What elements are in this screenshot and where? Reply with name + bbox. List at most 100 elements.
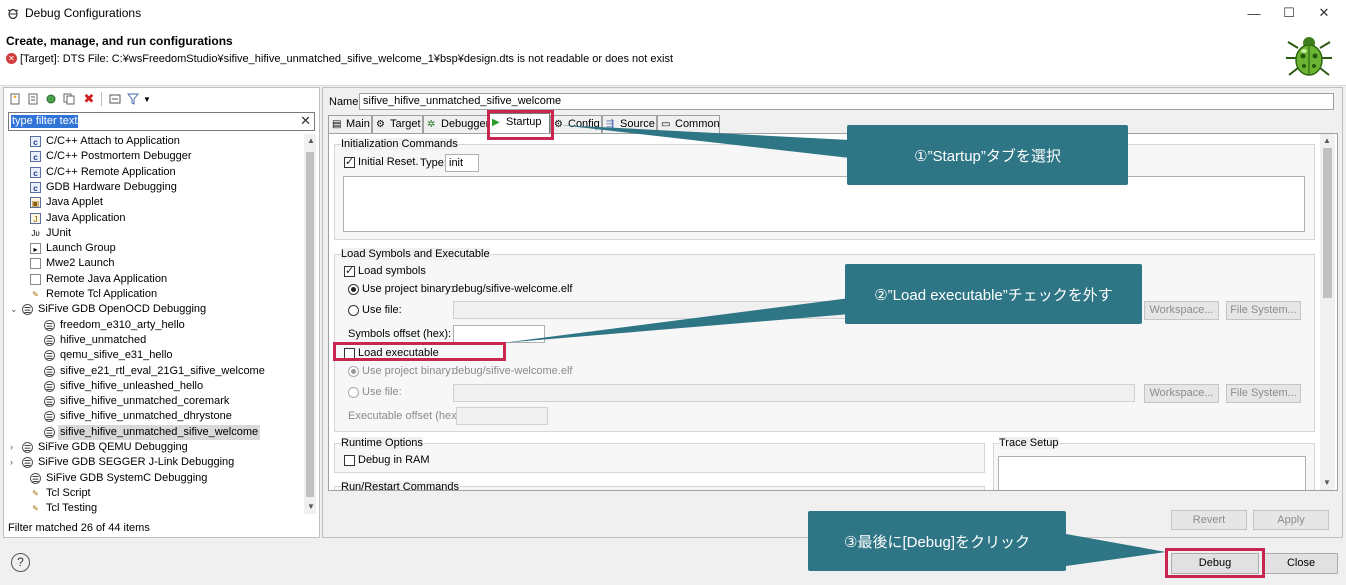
initial-reset-label: Initial Reset. <box>358 156 419 168</box>
debugger-tab-icon: ✲ <box>427 119 436 130</box>
tree-item[interactable]: c C/C++ Remote Application <box>8 165 302 180</box>
type-input[interactable]: init <box>445 154 479 172</box>
tree-scrollbar[interactable]: ▲ ▼ <box>304 134 316 514</box>
new-prototype-icon[interactable] <box>26 92 40 106</box>
chevron-right-icon[interactable]: › <box>10 455 20 470</box>
junit-icon: Jᴜ <box>31 228 40 238</box>
tree-item[interactable]: › ☰ SiFive GDB SEGGER J-Link Debugging <box>8 455 302 470</box>
java-icon: J <box>30 212 41 224</box>
exe-file-input[interactable] <box>453 384 1135 402</box>
tree-item[interactable]: ☰ hifive_unmatched <box>8 333 302 348</box>
content-scroll-down-icon[interactable]: ▼ <box>1323 478 1331 487</box>
load-symbols-checkbox[interactable] <box>344 264 355 277</box>
content-scrollbar[interactable]: ▲ ▼ <box>1320 134 1335 490</box>
tree-item[interactable]: › ☰ SiFive GDB QEMU Debugging <box>8 440 302 455</box>
tree-item[interactable]: ✎ Tcl Script <box>8 486 302 501</box>
tree-scroll-thumb[interactable] <box>306 152 314 497</box>
tree-item[interactable]: J Java Application <box>8 211 302 226</box>
chevron-down-icon[interactable]: ⌄ <box>10 302 20 317</box>
tree-item-label: Tcl Testing <box>46 502 98 514</box>
duplicate-icon[interactable] <box>62 92 76 106</box>
tree-item-label: C/C++ Remote Application <box>46 165 176 178</box>
symbols-use-project-binary-radio[interactable] <box>348 284 359 295</box>
tree-item[interactable]: Jᴜ JUnit <box>8 226 302 241</box>
exe-use-file-radio[interactable] <box>348 387 359 398</box>
title-bar: Debug Configurations — ☐ ✕ <box>0 0 1346 26</box>
exe-offset-input[interactable] <box>456 407 548 425</box>
tree-item-label: SiFive GDB QEMU Debugging <box>38 441 188 453</box>
main-tab-icon: ▤ <box>332 119 342 130</box>
exe-use-file-label: Use file: <box>362 386 402 398</box>
exe-workspace-button[interactable]: Workspace... <box>1144 384 1219 403</box>
tree-item[interactable]: ☰ sifive_hifive_unmatched_dhrystone <box>8 409 302 424</box>
new-config-icon[interactable]: ✦ <box>8 92 22 106</box>
configuration-tree: c C/C++ Attach to Application c C/C++ Postm… <box>8 134 302 514</box>
tree-item[interactable]: ✎ Tcl Testing <box>8 501 302 514</box>
bug-icon: ☰ <box>44 426 55 438</box>
symbols-offset-input[interactable] <box>453 325 545 343</box>
tree-item[interactable]: ☰ qemu_sifive_e31_hello <box>8 348 302 363</box>
tree-item-label: GDB Hardware Debugging <box>46 180 177 193</box>
debug-in-ram-checkbox[interactable] <box>344 455 355 466</box>
filter-input[interactable]: type filter text ✕ <box>8 112 315 131</box>
tab-target[interactable]: ⚙ Target <box>372 115 423 133</box>
chevron-right-icon[interactable]: › <box>10 440 20 455</box>
tree-item-label: C/C++ Attach to Application <box>46 135 180 147</box>
tab-debugger[interactable]: ✲ Debugger <box>423 115 489 133</box>
tab-config-label: Config <box>568 118 600 130</box>
symbols-workspace-button[interactable]: Workspace... <box>1144 301 1219 320</box>
content-scroll-up-icon[interactable]: ▲ <box>1323 136 1331 145</box>
init-commands-label: Initialization Commands <box>341 138 458 150</box>
initial-reset-checkbox[interactable] <box>344 155 355 168</box>
bug-logo-icon <box>1286 37 1332 76</box>
tab-config[interactable]: ⚙ Config <box>550 115 602 133</box>
content-scroll-thumb[interactable] <box>1323 148 1332 298</box>
tree-item[interactable]: ▸ Launch Group <box>8 241 302 256</box>
tree-item[interactable]: ☰ sifive_e21_rtl_eval_21G1_sifive_welcome <box>8 364 302 379</box>
scroll-up-icon[interactable]: ▲ <box>307 136 315 145</box>
tree-item[interactable]: ☰ SiFive GDB SystemC Debugging <box>8 471 302 486</box>
export-icon[interactable] <box>44 92 58 106</box>
tree-item[interactable]: ☰ sifive_hifive_unmatched_sifive_welcome <box>8 424 302 440</box>
symbols-use-file-radio[interactable] <box>348 305 359 316</box>
help-icon[interactable]: ? <box>11 553 30 572</box>
name-input[interactable]: sifive_hifive_unmatched_sifive_welcome <box>359 93 1334 110</box>
startup-tab-highlight <box>487 110 554 140</box>
tree-item[interactable]: ⌄ ☰ SiFive GDB OpenOCD Debugging <box>8 302 302 317</box>
symbols-file-system-button[interactable]: File System... <box>1226 301 1301 320</box>
tree-item[interactable]: Remote Java Application <box>8 272 302 287</box>
tree-item[interactable]: c C/C++ Attach to Application <box>8 134 302 149</box>
tree-item[interactable]: ▣ Java Applet <box>8 195 302 210</box>
delete-icon[interactable]: ✖ <box>82 91 96 106</box>
tool-icon: ✎ <box>32 290 39 299</box>
tree-item[interactable]: ☰ sifive_hifive_unleashed_hello <box>8 379 302 394</box>
tree-item[interactable]: ✎ Remote Tcl Application <box>8 287 302 302</box>
configuration-editor-panel: Name: sifive_hifive_unmatched_sifive_wel… <box>322 87 1343 538</box>
filter-icon[interactable] <box>126 92 140 106</box>
close-window-button[interactable]: ✕ <box>1306 0 1342 26</box>
init-commands-textarea[interactable] <box>343 176 1305 232</box>
revert-button[interactable]: Revert <box>1171 510 1247 530</box>
maximize-button[interactable]: ☐ <box>1271 0 1307 26</box>
tab-common[interactable]: ▭ Common <box>657 115 720 133</box>
close-button[interactable]: Close <box>1264 553 1338 574</box>
apply-button[interactable]: Apply <box>1253 510 1329 530</box>
collapse-all-icon[interactable] <box>108 92 122 106</box>
tree-item[interactable]: Mwe2 Launch <box>8 256 302 271</box>
bug-icon: ☰ <box>44 365 55 377</box>
filter-menu-chevron-icon[interactable]: ▼ <box>140 92 154 106</box>
tree-item[interactable]: c C/C++ Postmortem Debugger <box>8 149 302 164</box>
scroll-down-icon[interactable]: ▼ <box>307 502 315 511</box>
tab-main[interactable]: ▤ Main <box>328 115 372 133</box>
exe-file-system-button[interactable]: File System... <box>1226 384 1301 403</box>
tree-item[interactable]: ☰ freedom_e310_arty_hello <box>8 318 302 333</box>
tree-item[interactable]: c GDB Hardware Debugging <box>8 180 302 195</box>
trace-setup-area[interactable] <box>998 456 1306 490</box>
tab-source[interactable]: ⇶ Source <box>602 115 657 133</box>
tree-item[interactable]: ☰ sifive_hifive_unmatched_coremark <box>8 394 302 409</box>
exe-use-project-binary-radio[interactable] <box>348 366 359 377</box>
tree-item-label: Mwe2 Launch <box>46 257 115 270</box>
minimize-button[interactable]: — <box>1236 0 1272 26</box>
clear-filter-icon[interactable]: ✕ <box>300 113 311 129</box>
tree-item-label: sifive_hifive_unmatched_coremark <box>60 395 230 408</box>
